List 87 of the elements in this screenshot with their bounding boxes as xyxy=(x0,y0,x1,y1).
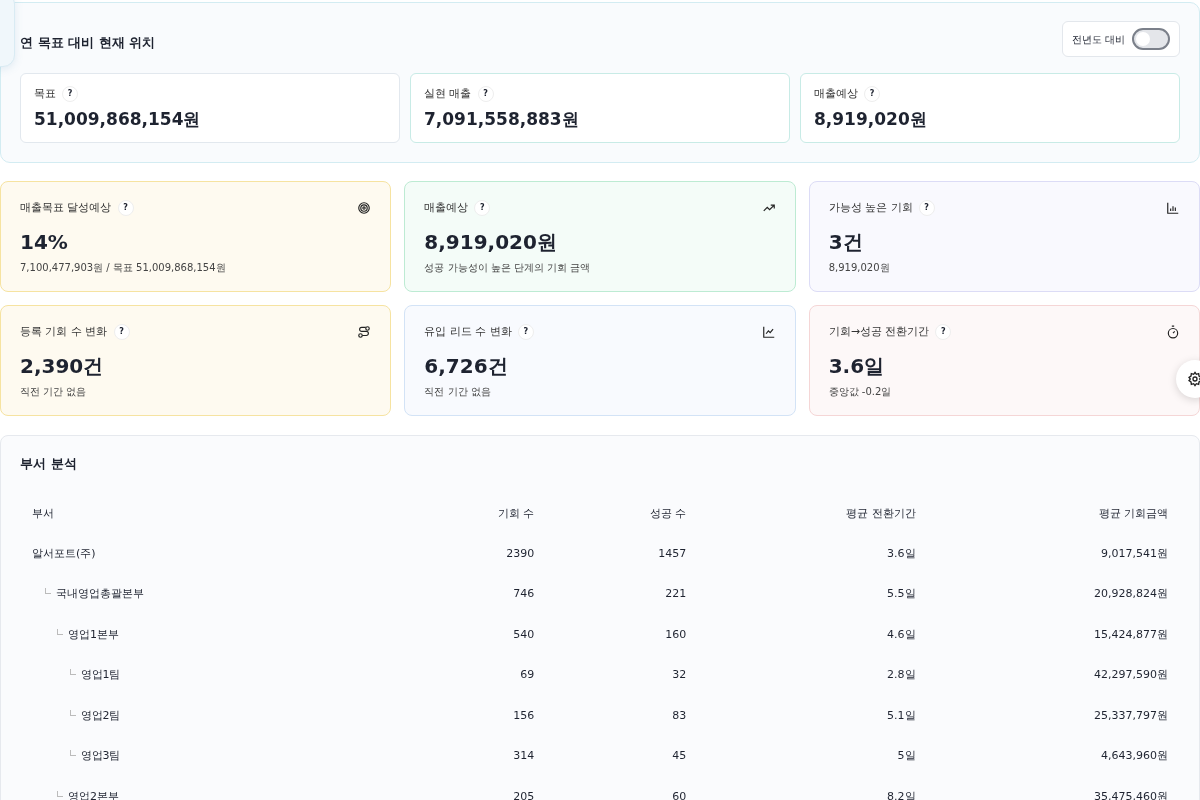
help-icon: ? xyxy=(62,86,78,103)
tree-branch-icon xyxy=(69,669,76,675)
table-cell-text: 1457 xyxy=(657,545,688,562)
table-cell-text: 60 xyxy=(671,788,688,800)
department-name: 영업1본부 xyxy=(68,627,119,641)
metric-label: 등록 기회 수 변화 xyxy=(20,324,108,340)
help-icon: ? xyxy=(935,324,952,341)
table-cell-text: 8.2일 xyxy=(886,788,917,800)
table-cell-text: 32 xyxy=(671,667,688,683)
help-icon: ? xyxy=(113,324,130,341)
kpi-value: 6,726건 xyxy=(424,352,509,380)
metric-value: 8,919,020원 xyxy=(814,107,928,131)
metric-value: 51,009,868,154원 xyxy=(34,107,202,131)
help-icon: ? xyxy=(477,86,494,103)
help-icon: ? xyxy=(517,324,534,341)
kpi-value: 14% xyxy=(20,228,69,256)
column-header: 성공 수 xyxy=(648,506,688,523)
metric-label: 매출예상 xyxy=(814,86,858,102)
table-cell-text: 35,475,460원 xyxy=(1093,788,1169,800)
help-icon: ? xyxy=(864,86,880,103)
help-icon: ? xyxy=(918,200,935,217)
table-cell-text: 5.1일 xyxy=(886,707,917,724)
metric-label: 실현 매출 xyxy=(424,86,472,102)
kpi-value: 3건 xyxy=(828,228,864,256)
table-cell-text: 4,643,960원 xyxy=(1100,748,1169,764)
section-title: 연 목표 대비 현재 위치 xyxy=(20,34,156,52)
help-icon: ? xyxy=(117,200,134,217)
department-name: 영업3팀 xyxy=(80,749,121,762)
kpi-value: 8,919,020원 xyxy=(424,228,558,256)
target-icon xyxy=(357,201,372,216)
stopwatch-icon xyxy=(1166,325,1180,340)
kpi-caption: 8,919,020원 xyxy=(828,260,891,275)
metric-label: 유입 리드 수 변화 xyxy=(424,324,512,340)
table-cell-text: 205 xyxy=(512,788,536,800)
table-cell-text: 69 xyxy=(519,667,536,683)
table-cell-text: 20,928,824원 xyxy=(1093,586,1169,602)
tree-branch-icon xyxy=(44,588,51,594)
kpi-caption: 직전 기간 없음 xyxy=(424,384,492,399)
tree-branch-icon xyxy=(69,709,76,716)
department-name: 알서포트(주) xyxy=(32,546,96,560)
column-header: 부서 xyxy=(31,506,55,523)
metric-label: 매출목표 달성예상 xyxy=(20,200,112,216)
metric-value: 7,091,558,883원 xyxy=(424,107,580,131)
kpi-value: 2,390건 xyxy=(20,352,105,380)
route-icon xyxy=(357,325,372,340)
table-cell-text: 540 xyxy=(512,626,536,643)
table-cell-text: 25,337,797원 xyxy=(1093,707,1169,724)
table-cell-text: 3.6일 xyxy=(886,545,917,562)
table-cell-text: 9,017,541원 xyxy=(1100,545,1169,562)
department-name: 영업2팀 xyxy=(80,708,121,722)
kpi-caption: 7,100,477,903원 / 목표 51,009,868,154원 xyxy=(20,260,227,275)
table-cell-text: 2.8일 xyxy=(886,667,917,683)
table-cell-text: 746 xyxy=(512,586,536,602)
table-cell-text: 5.5일 xyxy=(886,586,917,602)
table-cell-text: 160 xyxy=(664,626,688,643)
line-chart-icon xyxy=(761,325,776,340)
bar-chart-icon xyxy=(1166,201,1180,216)
metric-label: 매출예상 xyxy=(424,200,469,216)
metric-label: 가능성 높은 기회 xyxy=(828,200,913,216)
section-title: 부서 분석 xyxy=(20,455,78,473)
tree-branch-icon xyxy=(69,750,76,756)
column-header: 평균 전환기간 xyxy=(845,506,917,523)
table-cell-text: 45 xyxy=(671,748,688,764)
comparison-toggle[interactable]: 전년도 대비 xyxy=(1061,21,1180,57)
kpi-caption: 직전 기간 없음 xyxy=(20,384,88,399)
department-name: 국내영업총괄본부 xyxy=(55,587,144,600)
table-cell-text: 4.6일 xyxy=(886,626,917,643)
metric-label: 목표 xyxy=(34,86,56,102)
column-header: 기회 수 xyxy=(496,506,536,523)
table-cell-text: 221 xyxy=(664,586,688,602)
table-cell-text: 314 xyxy=(512,748,536,764)
settings-icon xyxy=(1187,371,1200,387)
table-cell-text: 156 xyxy=(512,707,536,724)
table-cell-text: 2390 xyxy=(505,545,536,562)
column-header: 평균 기회금액 xyxy=(1097,506,1169,523)
kpi-caption: 성공 가능성이 높은 단계의 기회 금액 xyxy=(424,260,592,275)
kpi-value: 3.6일 xyxy=(828,352,886,380)
table-cell-text: 42,297,590원 xyxy=(1093,667,1169,683)
table-cell-text: 5일 xyxy=(896,748,917,764)
metric-label: 기회→성공 전환기간 xyxy=(828,324,930,340)
tree-branch-icon xyxy=(57,628,63,635)
department-name: 영업1팀 xyxy=(80,668,121,681)
tree-branch-icon xyxy=(57,790,63,797)
help-icon: ? xyxy=(474,200,491,217)
table-cell-text: 15,424,877원 xyxy=(1093,626,1169,643)
kpi-caption: 중앙값 -0.2일 xyxy=(828,384,893,399)
table-cell-text: 83 xyxy=(671,707,688,724)
